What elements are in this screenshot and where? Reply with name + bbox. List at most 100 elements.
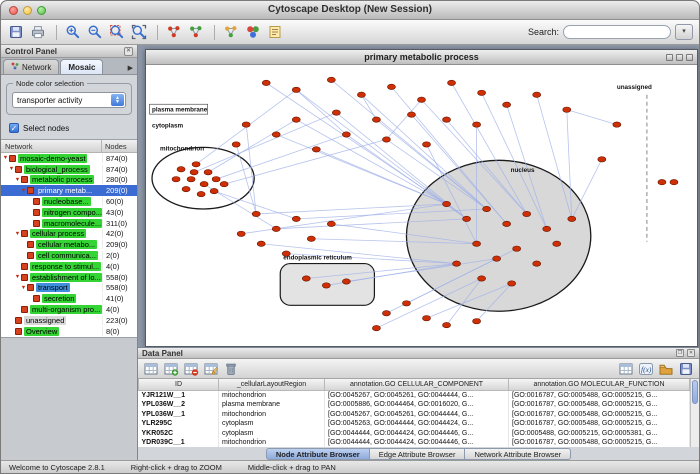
node-color-dropdown[interactable]: transporter activity ▲▼ bbox=[12, 92, 126, 108]
graph-node[interactable] bbox=[658, 179, 666, 184]
column-header-id[interactable]: ID bbox=[139, 379, 219, 390]
table-cell[interactable]: [GO:0005488, GO:0005215, GO:0005381, G..… bbox=[509, 429, 690, 439]
tab-mosaic[interactable]: Mosaic bbox=[60, 59, 103, 74]
first-neighbors-button[interactable] bbox=[222, 22, 242, 42]
attribute-editor-button[interactable] bbox=[617, 360, 635, 378]
tree-row-nitrogen-compo[interactable]: nitrogen compo...43(0) bbox=[1, 207, 137, 218]
graph-node[interactable] bbox=[533, 261, 541, 266]
tree-row-cellular-process[interactable]: ▼cellular process42(0) bbox=[1, 229, 137, 240]
graph-node[interactable] bbox=[187, 177, 195, 182]
graph-node[interactable] bbox=[210, 188, 218, 193]
tree-row-nucleobase[interactable]: nucleobase...60(0) bbox=[1, 196, 137, 207]
graph-node[interactable] bbox=[453, 261, 461, 266]
graph-node[interactable] bbox=[478, 90, 486, 95]
tree-row-transport[interactable]: ▼transport558(0) bbox=[1, 283, 137, 294]
graph-edge[interactable] bbox=[216, 135, 346, 180]
table-cell[interactable]: YLR295C bbox=[139, 419, 219, 429]
tab-network[interactable]: Network bbox=[3, 59, 59, 74]
graph-node[interactable] bbox=[272, 226, 280, 231]
network-canvas-svg[interactable]: mitochondrionnucleusendoplasmic reticulu… bbox=[146, 65, 697, 346]
expand-arrow-icon[interactable]: ▼ bbox=[2, 155, 9, 161]
graph-node[interactable] bbox=[473, 122, 481, 127]
graph-edge[interactable] bbox=[567, 110, 617, 125]
table-cell[interactable]: [GO:0016787, GO:0005488, GO:0005215, G..… bbox=[509, 390, 690, 400]
graph-node[interactable] bbox=[312, 147, 320, 152]
tab-network-attribute-browser[interactable]: Network Attribute Browser bbox=[465, 448, 571, 460]
table-cell[interactable]: YKR052C bbox=[139, 429, 219, 439]
graph-node[interactable] bbox=[182, 186, 190, 191]
hide-selected-button[interactable] bbox=[165, 22, 185, 42]
tree-row-multi-organism-pro[interactable]: multi-organism pro...4(0) bbox=[1, 304, 137, 315]
graph-node[interactable] bbox=[372, 325, 380, 330]
graph-node[interactable] bbox=[357, 92, 365, 97]
batch-edit-button[interactable] bbox=[202, 360, 220, 378]
graph-node[interactable] bbox=[197, 191, 205, 196]
expand-arrow-icon[interactable]: ▼ bbox=[14, 274, 21, 280]
scrollbar-thumb[interactable] bbox=[692, 380, 698, 404]
expand-arrow-icon[interactable]: ▼ bbox=[14, 177, 21, 183]
tree-row-primary-metab[interactable]: ▼primary metab...209(0) bbox=[1, 185, 137, 196]
graph-node[interactable] bbox=[533, 92, 541, 97]
graph-node[interactable] bbox=[177, 167, 185, 172]
tree-row-mosaic-demo-yeast[interactable]: ▼mosaic-demo-yeast874(0) bbox=[1, 153, 137, 164]
tree-row-secretion[interactable]: secretion41(0) bbox=[1, 293, 137, 304]
formula-builder-button[interactable]: f(x) bbox=[637, 360, 655, 378]
table-row[interactable]: YDR039C__1mitochondrion[GO:0044444, GO:0… bbox=[139, 438, 690, 447]
graph-edge[interactable] bbox=[246, 125, 256, 214]
tree-row-overview[interactable]: Overview8(0) bbox=[1, 326, 137, 337]
table-cell[interactable]: mitochondrion bbox=[219, 390, 325, 400]
graph-node[interactable] bbox=[473, 241, 481, 246]
print-button[interactable] bbox=[29, 22, 49, 42]
column-header-annotation-go-molecular-function[interactable]: annotation.GO MOLECULAR_FUNCTION bbox=[509, 379, 690, 390]
expand-arrow-icon[interactable]: ▼ bbox=[20, 285, 27, 291]
graph-edge[interactable] bbox=[572, 159, 602, 219]
table-scrollbar[interactable] bbox=[690, 379, 699, 447]
graph-node[interactable] bbox=[443, 201, 451, 206]
zoom-in-button[interactable] bbox=[64, 22, 84, 42]
save-attributes-button[interactable] bbox=[677, 360, 695, 378]
graph-node[interactable] bbox=[382, 137, 390, 142]
network-canvas[interactable]: mitochondrionnucleusendoplasmic reticulu… bbox=[146, 65, 697, 346]
graph-node[interactable] bbox=[292, 216, 300, 221]
frame-minimize-button[interactable] bbox=[666, 54, 673, 61]
graph-node[interactable] bbox=[402, 301, 410, 306]
graph-node[interactable] bbox=[473, 318, 481, 323]
graph-node[interactable] bbox=[553, 241, 561, 246]
tree-row-establishment-of-lo[interactable]: ▼establishment of lo...558(0) bbox=[1, 272, 137, 283]
select-nodes-checkbox[interactable] bbox=[9, 123, 19, 133]
table-cell[interactable]: cytoplasm bbox=[219, 429, 325, 439]
graph-node[interactable] bbox=[493, 256, 501, 261]
close-panel-icon[interactable]: ✕ bbox=[124, 47, 133, 56]
graph-edge[interactable] bbox=[296, 90, 466, 219]
delete-attribute-button[interactable] bbox=[182, 360, 200, 378]
table-cell[interactable]: [GO:0005886, GO:0044464, GO:0016020, G..… bbox=[325, 400, 509, 410]
frame-close-button[interactable] bbox=[686, 54, 693, 61]
select-attributes-button[interactable] bbox=[142, 360, 160, 378]
table-cell[interactable]: [GO:0044444, GO:0044424, GO:0044446, G..… bbox=[325, 438, 509, 447]
search-input[interactable] bbox=[563, 25, 671, 39]
close-data-panel-icon[interactable]: ✕ bbox=[687, 349, 695, 357]
graph-node[interactable] bbox=[192, 162, 200, 167]
frame-maximize-button[interactable] bbox=[676, 54, 683, 61]
graph-node[interactable] bbox=[568, 216, 576, 221]
graph-node[interactable] bbox=[478, 276, 486, 281]
search-options-button[interactable]: ▾ bbox=[675, 24, 693, 40]
float-panel-icon[interactable]: ❐ bbox=[676, 349, 684, 357]
graph-node[interactable] bbox=[463, 216, 471, 221]
graph-node[interactable] bbox=[212, 177, 220, 182]
graph-node[interactable] bbox=[204, 170, 212, 175]
graph-node[interactable] bbox=[302, 276, 310, 281]
expand-arrow-icon[interactable]: ▼ bbox=[14, 231, 21, 237]
graph-node[interactable] bbox=[448, 80, 456, 85]
graph-node[interactable] bbox=[257, 241, 265, 246]
tab-overflow-arrow[interactable]: ▶ bbox=[128, 64, 135, 74]
graph-node[interactable] bbox=[307, 236, 315, 241]
network-frame-titlebar[interactable]: primary metabolic process bbox=[146, 50, 697, 65]
graph-node[interactable] bbox=[423, 142, 431, 147]
graph-node[interactable] bbox=[190, 170, 198, 175]
graph-node[interactable] bbox=[292, 87, 300, 92]
graph-node[interactable] bbox=[503, 102, 511, 107]
trash-button[interactable] bbox=[222, 360, 240, 378]
tree-row-cellular-metabo[interactable]: cellular metabo...209(0) bbox=[1, 239, 137, 250]
graph-node[interactable] bbox=[237, 231, 245, 236]
